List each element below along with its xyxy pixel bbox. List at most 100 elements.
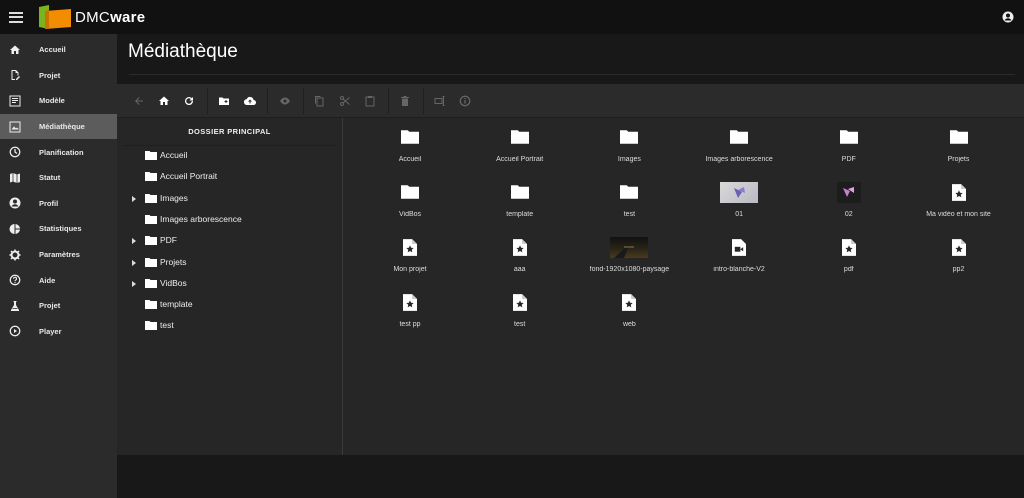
tree-header: DOSSIER PRINCIPAL (123, 118, 336, 146)
paste-icon[interactable] (364, 95, 376, 107)
page-title: Médiathèque (128, 41, 238, 62)
folder-icon (510, 183, 529, 201)
menu-icon[interactable] (9, 11, 23, 23)
sidebar-item-profil[interactable]: Profil (0, 191, 117, 217)
file-item[interactable]: template (465, 177, 575, 227)
file-item[interactable]: test pp (355, 287, 465, 337)
tree-item[interactable]: test (117, 319, 343, 333)
file-item-label: Images arborescence (705, 156, 773, 163)
file-item[interactable]: Projets (904, 122, 1014, 172)
file-item[interactable]: 01 (684, 177, 794, 227)
logo[interactable]: DMCware (39, 0, 145, 34)
sidebar-item-player[interactable]: Player (0, 319, 117, 345)
file-item[interactable]: Mon projet (355, 232, 465, 282)
delete-icon[interactable] (399, 95, 411, 107)
rename-icon[interactable] (434, 95, 446, 107)
file-item[interactable]: VidBos (355, 177, 465, 227)
sidebar-item-projet[interactable]: Projet (0, 63, 117, 89)
eye-icon[interactable] (279, 95, 291, 107)
folder-icon (145, 321, 157, 331)
image-thumbnail (610, 237, 649, 258)
folder-icon (620, 183, 639, 201)
file-item-label: pp2 (952, 266, 965, 273)
tree-item-label: template (160, 299, 193, 310)
expand-arrow-icon[interactable] (132, 238, 136, 245)
file-item-label: 01 (735, 211, 743, 218)
refresh-icon[interactable] (183, 95, 195, 107)
file-item-label: test (514, 321, 526, 328)
sidebar-item-accueil[interactable]: Accueil (0, 37, 117, 63)
account-icon[interactable] (1002, 11, 1014, 23)
tree-item[interactable]: Projets (117, 256, 343, 270)
sidebar-item-modele[interactable]: Modèle (0, 88, 117, 114)
file-item[interactable]: aaa (465, 232, 575, 282)
file-item[interactable]: Images (574, 122, 684, 172)
title-divider (129, 74, 1015, 75)
sidebar-item-label: Médiathèque (39, 122, 85, 132)
tree-item[interactable]: Accueil (117, 149, 343, 163)
sidebar-item-label: Profil (39, 198, 59, 208)
sidebar-item-statistiques[interactable]: Statistiques (0, 216, 117, 242)
expand-arrow-icon[interactable] (132, 259, 136, 266)
new-folder-icon[interactable] (218, 95, 230, 107)
folder-tree: DOSSIER PRINCIPAL Accueil Accueil Portrai… (117, 118, 343, 455)
help-icon (9, 274, 21, 286)
file-item[interactable]: test (465, 287, 575, 337)
expand-arrow-icon[interactable] (132, 280, 136, 287)
file-item-label: Mon projet (393, 266, 427, 273)
project-file-icon (511, 293, 529, 311)
account-icon (9, 197, 21, 209)
tree-item[interactable]: Images arborescence (117, 213, 343, 227)
tree-item-label: Projets (160, 256, 187, 267)
tree-item[interactable]: PDF (117, 234, 343, 248)
scissors-icon[interactable] (339, 95, 351, 107)
project-file-icon (511, 238, 529, 256)
folder-icon (145, 257, 157, 267)
folder-icon (510, 128, 529, 146)
sidebar-item-projet-2[interactable]: Projet (0, 293, 117, 319)
file-item[interactable]: Images arborescence (684, 122, 794, 172)
file-item[interactable]: PDF (794, 122, 904, 172)
home-icon[interactable] (158, 95, 170, 107)
file-item[interactable]: test (574, 177, 684, 227)
file-item[interactable]: Accueil Portrait (465, 122, 575, 172)
gear-icon (9, 249, 21, 261)
back-arrow-icon[interactable] (133, 95, 145, 107)
project-file-icon (840, 238, 858, 256)
sidebar-item-statut[interactable]: Statut (0, 165, 117, 191)
folder-icon (145, 300, 157, 310)
file-item[interactable]: Ma vidéo et mon site (904, 177, 1014, 227)
file-item[interactable]: fond-1920x1080-paysage (574, 232, 684, 282)
file-item-label: pdf (843, 266, 854, 273)
folder-icon (145, 236, 157, 246)
folder-icon (949, 128, 968, 146)
tree-item[interactable]: VidBos (117, 277, 343, 291)
folder-icon (145, 193, 157, 203)
play-circle-icon (9, 325, 21, 337)
file-item[interactable]: 02 (794, 177, 904, 227)
sidebar-item-aide[interactable]: Aide (0, 267, 117, 293)
file-item[interactable]: pdf (794, 232, 904, 282)
tree-item[interactable]: Images (117, 192, 343, 206)
sidebar-item-parametres[interactable]: Paramètres (0, 242, 117, 268)
upload-cloud-icon[interactable] (244, 95, 256, 107)
file-item-label: Images (617, 156, 641, 163)
info-icon[interactable] (459, 95, 471, 107)
file-item[interactable]: Accueil (355, 122, 465, 172)
sidebar-item-label: Modèle (39, 96, 65, 106)
image-thumbnail (836, 182, 861, 203)
file-item[interactable]: intro-blanche-V2 (684, 232, 794, 282)
clock-icon (9, 146, 21, 158)
tree-item[interactable]: template (117, 298, 343, 312)
toolbar-separator (303, 88, 304, 114)
map-icon (10, 172, 20, 183)
toolbar-separator (388, 88, 389, 114)
flask-icon (11, 300, 19, 311)
copy-icon[interactable] (313, 95, 325, 107)
file-item[interactable]: web (574, 287, 684, 337)
sidebar-item-planification[interactable]: Planification (0, 139, 117, 165)
file-item[interactable]: pp2 (904, 232, 1014, 282)
tree-item[interactable]: Accueil Portrait (117, 170, 343, 184)
expand-arrow-icon[interactable] (132, 195, 136, 202)
sidebar-item-mediatheque[interactable]: Médiathèque (0, 113, 117, 140)
